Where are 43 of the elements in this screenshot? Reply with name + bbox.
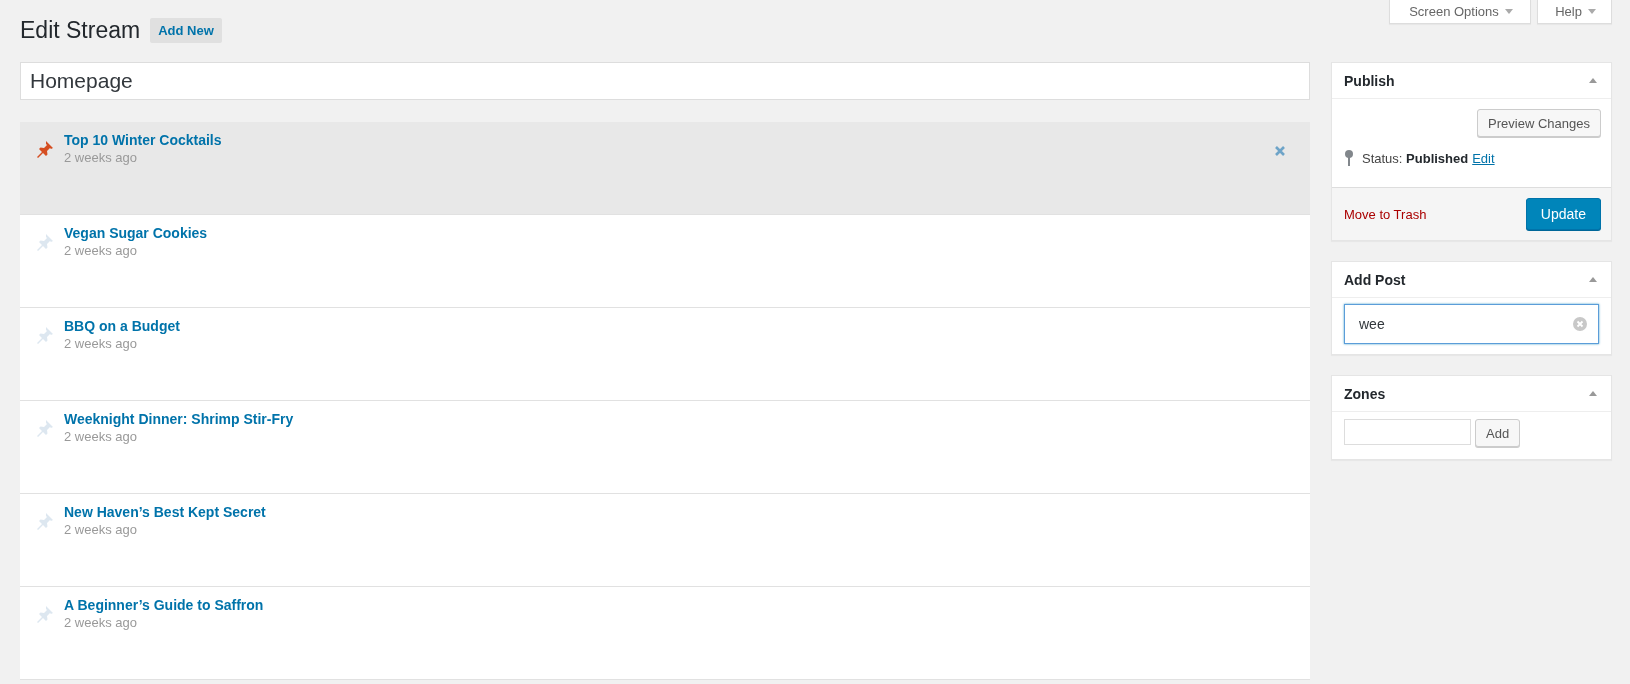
panel-title: Add Post [1344, 271, 1406, 288]
post-title-link[interactable]: Top 10 Winter Cocktails [64, 132, 222, 148]
update-button[interactable]: Update [1525, 198, 1601, 230]
pin-icon [1344, 149, 1354, 167]
search-field[interactable]: wee [1344, 304, 1599, 344]
collapse-icon[interactable] [1589, 78, 1597, 83]
post-time: 2 weeks ago [64, 429, 137, 444]
post-time: 2 weeks ago [64, 243, 137, 258]
collapse-icon[interactable] [1589, 277, 1597, 282]
remove-icon[interactable] [1274, 145, 1286, 157]
panel-title: Zones [1344, 385, 1386, 402]
caret-icon [1504, 9, 1513, 14]
post-time: 2 weeks ago [64, 150, 137, 165]
panel-title: Publish [1344, 72, 1395, 89]
add-button[interactable]: Add [1475, 419, 1521, 447]
page-title: Edit Stream [20, 16, 141, 44]
preview-changes-button[interactable]: Preview Changes [1477, 109, 1601, 137]
post-row[interactable]: New Haven’s Best Kept Secret 2 weeks ago [20, 494, 1310, 587]
post-row[interactable]: BBQ on a Budget 2 weeks ago [20, 308, 1310, 401]
post-title-link[interactable]: A Beginner’s Guide to Saffron [64, 597, 264, 613]
post-row[interactable]: A Beginner’s Guide to Saffron 2 weeks ago [20, 587, 1310, 680]
help-button[interactable]: Help [1537, 0, 1612, 24]
post-row[interactable]: Top 10 Winter Cocktails 2 weeks ago [20, 122, 1310, 215]
status-text: Status: Published [1362, 150, 1469, 166]
post-time: 2 weeks ago [64, 336, 137, 351]
pushpin-icon[interactable] [36, 140, 54, 158]
post-title-link[interactable]: New Haven’s Best Kept Secret [64, 504, 266, 520]
add-new-button[interactable]: Add New [150, 17, 222, 43]
title-field[interactable]: Homepage [20, 62, 1310, 100]
post-time: 2 weeks ago [64, 615, 137, 630]
caret-icon [1587, 9, 1596, 14]
post-title-link[interactable]: BBQ on a Budget [64, 318, 180, 334]
collapse-icon[interactable] [1589, 391, 1597, 396]
post-row[interactable]: Vegan Sugar Cookies 2 weeks ago [20, 215, 1310, 308]
post-title-link[interactable]: Weeknight Dinner: Shrimp Stir-Fry [64, 411, 294, 427]
clear-icon[interactable] [1573, 317, 1587, 331]
zone-input-field[interactable] [1344, 419, 1471, 445]
edit-link[interactable]: Edit [1472, 150, 1495, 166]
post-time: 2 weeks ago [64, 522, 137, 537]
post-row[interactable]: Weeknight Dinner: Shrimp Stir-Fry 2 weeks ago [20, 401, 1310, 494]
screen-options-button[interactable]: Screen Options [1389, 0, 1531, 24]
move-to-trash-link[interactable]: Move to Trash [1344, 206, 1427, 222]
post-title-link[interactable]: Vegan Sugar Cookies [64, 225, 208, 241]
